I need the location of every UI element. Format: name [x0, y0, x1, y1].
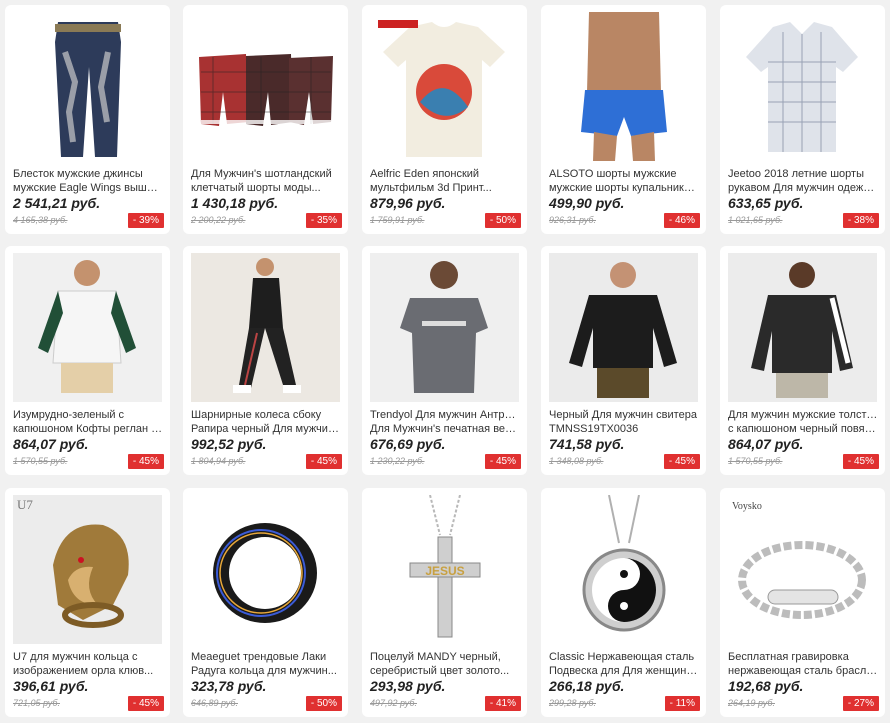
product-title[interactable]: Блесток мужские джинсы мужские Eagle Wing… — [13, 168, 163, 195]
tshirt-icon[interactable] — [370, 12, 519, 161]
product-old-price: 1 570,55 руб. — [728, 456, 783, 466]
product-card[interactable]: Изумрудно-зеленый с капюшоном Кофты регла… — [5, 246, 170, 475]
product-old-price: 299,28 руб. — [549, 698, 596, 708]
sweater-icon[interactable] — [549, 253, 698, 402]
product-old-price: 1 804,94 руб. — [191, 456, 246, 466]
product-title[interactable]: Для мужчин мужские толстовки с капюшоном … — [728, 409, 878, 436]
discount-badge: - 50% — [305, 696, 342, 711]
brand-logo: Voysko — [732, 501, 762, 512]
product-price: 864,07 руб. — [728, 436, 804, 452]
product-old-price: 1 759,91 руб. — [370, 215, 425, 225]
discount-badge: - 45% — [484, 454, 521, 469]
product-price: 396,61 руб. — [13, 678, 89, 694]
product-price: 293,98 руб. — [370, 678, 446, 694]
discount-badge: - 50% — [484, 213, 521, 228]
tshirt-grey-icon[interactable] — [370, 253, 519, 402]
product-card[interactable]: Jeetoo 2018 летние шорты рукавом Для мужч… — [720, 5, 885, 234]
product-old-price: 721,05 руб. — [13, 698, 60, 708]
product-old-price: 264,19 руб. — [728, 698, 775, 708]
product-card[interactable]: Meaeguet трендовые Лаки Радуга кольца для… — [183, 488, 348, 717]
bracelet-icon[interactable]: Voysko — [728, 495, 877, 644]
product-old-price: 2 200,22 руб. — [191, 215, 246, 225]
product-title[interactable]: U7 для мужчин кольца с изображением орла … — [13, 651, 163, 678]
product-title[interactable]: Бесплатная гравировка нержавеющая сталь б… — [728, 651, 878, 678]
product-title[interactable]: ALSOTO шорты мужские мужские шорты купаль… — [549, 168, 699, 195]
product-price: 741,58 руб. — [549, 436, 625, 452]
discount-badge: - 39% — [127, 213, 164, 228]
product-old-price: 1 230,22 руб. — [370, 456, 425, 466]
product-title[interactable]: Meaeguet трендовые Лаки Радуга кольца для… — [191, 651, 341, 678]
product-price: 676,69 руб. — [370, 436, 446, 452]
product-old-price: 1 570,55 руб. — [13, 456, 68, 466]
product-old-price: 646,89 руб. — [191, 698, 238, 708]
product-card[interactable]: Шарнирные колеса сбоку Рапира черный Для … — [183, 246, 348, 475]
discount-badge: - 45% — [663, 454, 700, 469]
product-title[interactable]: Trendyol Для мужчин Антрацит Для Мужчин's… — [370, 409, 520, 436]
product-price: 633,65 руб. — [728, 195, 804, 211]
plaid-shorts-icon[interactable] — [191, 12, 340, 161]
eagle-ring-icon[interactable]: U7 — [13, 495, 162, 644]
product-title[interactable]: Черный Для мужчин свитера TMNSS19TX0036 — [549, 409, 699, 436]
product-card[interactable]: Для мужчин мужские толстовки с капюшоном … — [720, 246, 885, 475]
discount-badge: - 27% — [842, 696, 879, 711]
swim-shorts-icon[interactable] — [549, 12, 698, 161]
yinyang-pendant-icon[interactable] — [549, 495, 698, 644]
product-card[interactable]: Aelfric Eden японский мультфильм 3d Принт… — [362, 5, 527, 234]
discount-badge: - 38% — [842, 213, 879, 228]
product-card[interactable]: Черный Для мужчин свитера TMNSS19TX0036 7… — [541, 246, 706, 475]
product-old-price: 1 348,08 руб. — [549, 456, 604, 466]
hoodie-icon[interactable] — [13, 253, 162, 402]
discount-badge: - 45% — [127, 696, 164, 711]
discount-badge: - 35% — [305, 213, 342, 228]
product-price: 266,18 руб. — [549, 678, 625, 694]
discount-badge: - 41% — [484, 696, 521, 711]
product-title[interactable]: Для Мужчин's шотландский клетчатый шорты … — [191, 168, 341, 195]
cross-text: JESUS — [425, 564, 464, 578]
product-price: 2 541,21 руб. — [13, 195, 101, 211]
brand-logo: U7 — [17, 497, 33, 512]
product-card[interactable]: JESUS Поцелуй MANDY черный, серебристый ц… — [362, 488, 527, 717]
product-price: 864,07 руб. — [13, 436, 89, 452]
sweatshirt-icon[interactable] — [728, 253, 877, 402]
product-price: 1 430,18 руб. — [191, 195, 279, 211]
product-card[interactable]: Trendyol Для мужчин Антрацит Для Мужчин's… — [362, 246, 527, 475]
discount-badge: - 11% — [664, 696, 700, 711]
product-title[interactable]: Classic Нержавеющая сталь Подвеска для Дл… — [549, 651, 699, 678]
product-old-price: 497,92 руб. — [370, 698, 417, 708]
product-old-price: 4 165,38 руб. — [13, 215, 68, 225]
product-card[interactable]: Voysko Бесплатная гравировка нержавеющая … — [720, 488, 885, 717]
discount-badge: - 45% — [127, 454, 164, 469]
product-card[interactable]: ALSOTO шорты мужские мужские шорты купаль… — [541, 5, 706, 234]
product-price: 992,52 руб. — [191, 436, 267, 452]
cross-pendant-icon[interactable]: JESUS — [370, 495, 519, 644]
discount-badge: - 46% — [663, 213, 700, 228]
product-title[interactable]: Jeetoo 2018 летние шорты рукавом Для мужч… — [728, 168, 878, 195]
product-title[interactable]: Aelfric Eden японский мультфильм 3d Принт… — [370, 168, 520, 195]
product-price: 192,68 руб. — [728, 678, 804, 694]
shirt-icon[interactable] — [728, 12, 877, 161]
product-card[interactable]: Classic Нержавеющая сталь Подвеска для Дл… — [541, 488, 706, 717]
product-old-price: 1 021,65 руб. — [728, 215, 783, 225]
discount-badge: - 45% — [842, 454, 879, 469]
product-price: 879,96 руб. — [370, 195, 446, 211]
discount-badge: - 45% — [305, 454, 342, 469]
product-title[interactable]: Изумрудно-зеленый с капюшоном Кофты регла… — [13, 409, 163, 436]
jeans-icon[interactable] — [13, 12, 162, 161]
product-card[interactable]: Для Мужчин's шотландский клетчатый шорты … — [183, 5, 348, 234]
tracksuit-icon[interactable] — [191, 253, 340, 402]
product-price: 499,90 руб. — [549, 195, 625, 211]
ring-icon[interactable] — [191, 495, 340, 644]
product-card[interactable]: U7 U7 для мужчин кольца с изображением ор… — [5, 488, 170, 717]
product-card[interactable]: Блесток мужские джинсы мужские Eagle Wing… — [5, 5, 170, 234]
product-grid: Блесток мужские джинсы мужские Eagle Wing… — [0, 0, 890, 723]
product-old-price: 926,31 руб. — [549, 215, 596, 225]
product-title[interactable]: Поцелуй MANDY черный, серебристый цвет зо… — [370, 651, 520, 678]
product-price: 323,78 руб. — [191, 678, 267, 694]
product-title[interactable]: Шарнирные колеса сбоку Рапира черный Для … — [191, 409, 341, 436]
